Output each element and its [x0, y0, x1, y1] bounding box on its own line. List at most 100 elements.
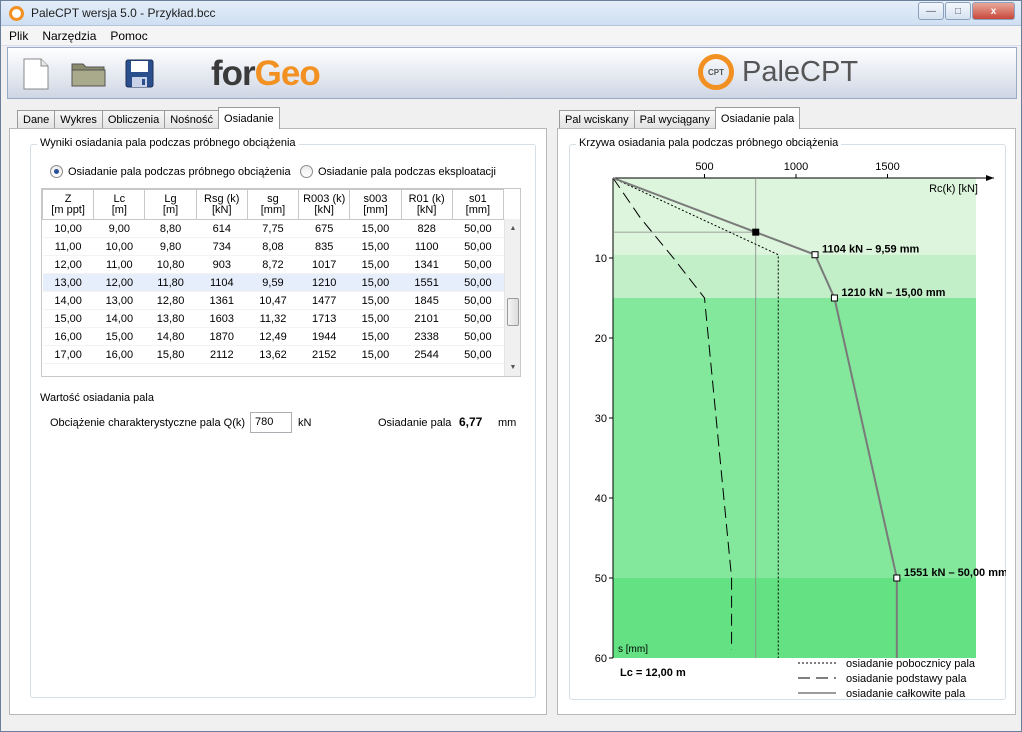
tab-pal-wyciagany[interactable]: Pal wyciągany — [633, 110, 716, 129]
column-header[interactable]: Lc [m] — [93, 189, 146, 220]
column-header-unit: [kN] — [211, 203, 232, 216]
table-row[interactable]: 17,00 16,00 15,80 2112 13,62 2152 15,00 2544 50,… — [42, 345, 504, 364]
table-cell: 9,00 — [93, 219, 145, 238]
title-bar[interactable]: PaleCPT wersja 5.0 - Przykład.bcc — □ x — [1, 1, 1021, 26]
y-tick-label: 40 — [595, 493, 607, 505]
table-row[interactable]: 10,00 9,00 8,80 614 7,75 675 15,00 828 50,00 — [42, 219, 504, 238]
column-header[interactable]: R01 (k) [kN] — [400, 189, 453, 220]
table-cell: 12,00 — [93, 273, 145, 292]
table-cell: 50,00 — [452, 327, 504, 346]
menu-narzedzia[interactable]: Narzędzia — [42, 29, 96, 43]
table-row[interactable]: 11,00 10,00 9,80 734 8,08 835 15,00 1100 50,00 — [42, 237, 504, 256]
settlement-value: 6,77 — [459, 415, 483, 429]
column-header[interactable]: s003 [mm] — [349, 189, 402, 220]
table-cell: 1361 — [196, 291, 248, 310]
table-cell: 835 — [298, 237, 350, 256]
table-cell: 10,00 — [93, 237, 145, 256]
column-header[interactable]: Rsg (k) [kN] — [195, 189, 248, 220]
radio-test-load[interactable]: Osiadanie pala podczas próbnego obciążen… — [50, 165, 291, 178]
table-row[interactable]: 12,00 11,00 10,80 903 8,72 1017 15,00 1341 50,00 — [42, 255, 504, 274]
x-tick-label: 1000 — [784, 161, 808, 173]
table-cell: 2152 — [298, 345, 350, 364]
app-icon — [9, 6, 24, 21]
table-scrollbar[interactable]: ▲ ▼ — [504, 219, 520, 376]
table-cell: 50,00 — [452, 273, 504, 292]
column-header-unit: [m] — [111, 203, 127, 216]
save-icon[interactable] — [125, 59, 155, 89]
right-tabs: Pal wciskany Pal wyciągany Osiadanie pal… — [559, 107, 801, 129]
new-file-icon[interactable] — [22, 58, 50, 90]
data-point-marker — [893, 574, 901, 582]
table-cell: 50,00 — [452, 237, 504, 256]
left-panel: Wyniki osiadania pala podczas próbnego o… — [9, 128, 547, 715]
scroll-up-icon[interactable]: ▲ — [505, 220, 520, 236]
table-cell: 1845 — [401, 291, 453, 310]
column-header[interactable]: Z [m ppt] — [42, 189, 95, 220]
column-header-unit: [m] — [162, 203, 179, 216]
load-input[interactable]: 780 — [250, 412, 292, 433]
x-axis-arrow — [986, 175, 994, 181]
tab-pal-wciskany[interactable]: Pal wciskany — [559, 110, 635, 129]
table-row[interactable]: 16,00 15,00 14,80 1870 12,49 1944 15,00 2338 50,… — [42, 327, 504, 346]
table-row[interactable]: 15,00 14,00 13,80 1603 11,32 1713 15,00 2101 50,… — [42, 309, 504, 328]
tab-obliczenia[interactable]: Obliczenia — [101, 110, 166, 129]
table-cell: 13,80 — [144, 309, 197, 328]
column-header[interactable]: Lg [m] — [144, 189, 197, 220]
table-cell: 10,00 — [42, 219, 94, 238]
right-panel: Krzywa osiadania pala podczas próbnego o… — [557, 128, 1016, 715]
tab-dane[interactable]: Dane — [17, 110, 56, 129]
palecpt-logo: CPT PaleCPT — [698, 54, 858, 90]
table-cell: 50,00 — [452, 219, 504, 238]
tab-osiadanie[interactable]: Osiadanie — [218, 107, 280, 129]
column-header-name: Z — [64, 192, 72, 205]
table-cell: 50,00 — [452, 291, 504, 310]
menu-plik[interactable]: Plik — [9, 29, 28, 43]
tab-nosnosc[interactable]: Nośność — [164, 110, 220, 129]
radio-exploitation[interactable]: Osiadanie pala podczas eksploatacji — [300, 165, 496, 178]
table-cell: 11,00 — [42, 237, 94, 256]
scroll-thumb[interactable] — [507, 298, 519, 326]
column-header-unit: [m ppt] — [51, 203, 85, 216]
table-cell: 9,80 — [144, 237, 197, 256]
column-header-name: R003 (k) — [303, 192, 346, 205]
scroll-down-icon[interactable]: ▼ — [505, 359, 520, 375]
table-row[interactable]: 13,00 12,00 11,80 1104 9,59 1210 15,00 1551 50,0… — [42, 273, 504, 292]
table-row[interactable]: 14,00 13,00 12,80 1361 10,47 1477 15,00 1845 50,… — [42, 291, 504, 310]
column-header[interactable]: R003 (k) [kN] — [298, 189, 351, 220]
table-cell: 15,00 — [93, 327, 145, 346]
chart-band — [613, 578, 976, 658]
table-cell: 1100 — [401, 237, 453, 256]
radio-test-load-label: Osiadanie pala podczas próbnego obciążen… — [68, 165, 291, 178]
radio-checked-icon — [50, 165, 63, 178]
open-folder-icon[interactable] — [71, 60, 107, 88]
menu-pomoc[interactable]: Pomoc — [110, 29, 147, 43]
table-cell: 15,00 — [349, 345, 402, 364]
column-header-unit: [kN] — [416, 203, 437, 216]
table-cell: 13,62 — [247, 345, 299, 364]
maximize-button[interactable]: □ — [945, 2, 971, 20]
data-point-label: 1104 kN – 9,59 mm — [822, 244, 919, 256]
settlement-chart: 500 1000 1500 10 20 30 40 50 60 Rc(k) [kN] s [mm] 1… — [595, 161, 1006, 699]
table-cell: 15,00 — [349, 309, 402, 328]
table-cell: 11,00 — [93, 255, 145, 274]
tab-osiadanie-pala[interactable]: Osiadanie pala — [714, 107, 801, 129]
column-header[interactable]: sg [mm] — [246, 189, 300, 220]
table-cell: 675 — [298, 219, 350, 238]
toolbar: forGeo CPT PaleCPT — [7, 47, 1017, 99]
table-cell: 15,80 — [144, 345, 197, 364]
window-title: PaleCPT wersja 5.0 - Przykład.bcc — [31, 6, 216, 20]
chart-band — [613, 298, 976, 578]
table-cell: 734 — [196, 237, 248, 256]
y-tick-label: 10 — [595, 253, 607, 265]
column-header-unit: [kN] — [314, 203, 334, 216]
y-axis-label: s [mm] — [618, 644, 648, 655]
table-cell: 15,00 — [349, 327, 402, 346]
tab-wykres[interactable]: Wykres — [54, 110, 103, 129]
column-header[interactable]: s01 [mm] — [451, 189, 505, 220]
minimize-button[interactable]: — — [918, 2, 944, 20]
close-button[interactable]: x — [972, 2, 1015, 20]
table-cell: 16,00 — [93, 345, 145, 364]
results-legend: Wyniki osiadania pala podczas próbnego o… — [37, 137, 299, 149]
table-cell: 50,00 — [452, 345, 504, 364]
table-cell: 15,00 — [349, 237, 402, 256]
